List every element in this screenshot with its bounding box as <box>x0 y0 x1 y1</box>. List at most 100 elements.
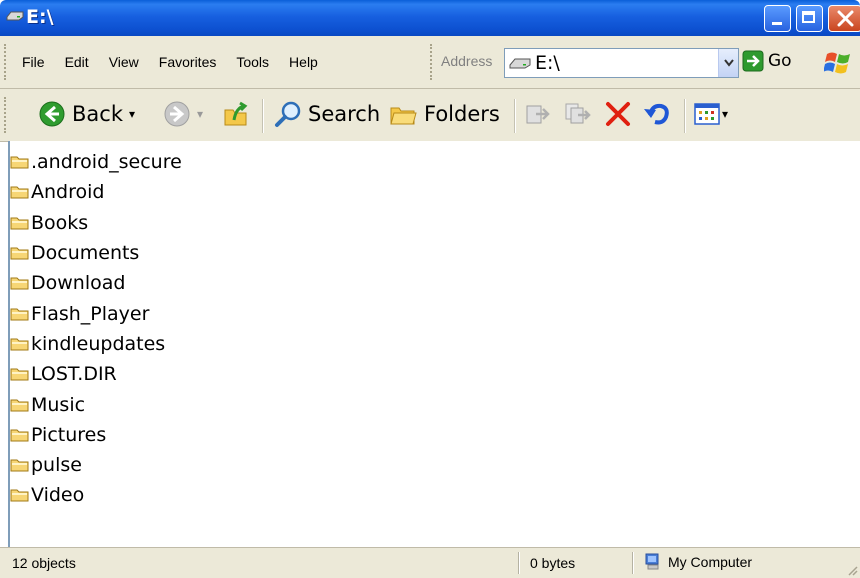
menu-view[interactable]: View <box>98 54 148 70</box>
menu-favorites[interactable]: Favorites <box>148 54 226 70</box>
chevron-down-icon[interactable]: ▾ <box>722 107 728 121</box>
close-button[interactable] <box>828 5 860 32</box>
folder-icon <box>10 156 29 169</box>
folder-icon <box>10 489 29 502</box>
folders-icon <box>390 107 417 125</box>
search-icon <box>275 101 301 127</box>
folder-item-lost-dir[interactable]: LOST.DIR <box>10 359 182 389</box>
folder-item-video[interactable]: Video <box>10 480 182 510</box>
copy-to-button[interactable] <box>564 101 592 127</box>
back-arrow-icon <box>39 101 65 127</box>
folder-item-flash-player[interactable]: Flash_Player <box>10 298 182 328</box>
delete-icon <box>606 102 630 126</box>
folder-item-android[interactable]: Android <box>10 177 182 207</box>
standard-toolbar: Back ▾ ▾ Search Folders ▾ <box>0 89 860 142</box>
windows-logo-icon <box>824 52 850 74</box>
toolbar-separator <box>262 99 263 133</box>
back-button[interactable]: Back ▾ <box>38 100 135 128</box>
folder-name: kindleupdates <box>31 332 166 355</box>
go-button[interactable]: Go <box>742 50 792 72</box>
folder-icon <box>10 368 29 381</box>
minimize-button[interactable] <box>764 5 791 32</box>
folder-name: Video <box>31 484 85 507</box>
delete-button[interactable] <box>604 101 632 127</box>
toolbar-separator <box>514 99 515 133</box>
toolbar-grip[interactable] <box>4 97 9 133</box>
folder-item-kindleupdates[interactable]: kindleupdates <box>10 329 182 359</box>
menu-bar: File Edit View Favorites Tools Help <box>18 36 327 88</box>
folder-name: Pictures <box>31 423 107 446</box>
address-dropdown-button[interactable] <box>718 49 738 77</box>
maximize-icon <box>802 11 815 23</box>
status-separator <box>632 552 633 574</box>
menu-tools[interactable]: Tools <box>225 54 278 70</box>
forward-button[interactable]: ▾ <box>163 100 203 128</box>
views-button[interactable]: ▾ <box>694 102 728 126</box>
file-list-pane[interactable]: .android_secure Android Books Documents … <box>8 141 860 547</box>
toolbar-separator <box>684 99 685 133</box>
chevron-down-icon[interactable]: ▾ <box>129 107 135 121</box>
go-arrow-icon <box>742 50 764 72</box>
close-icon <box>837 10 854 27</box>
up-folder-icon <box>224 101 248 126</box>
folder-name: Music <box>31 393 86 416</box>
menu-address-bar: File Edit View Favorites Tools Help Addr… <box>0 36 860 89</box>
folder-item-download[interactable]: Download <box>10 268 182 298</box>
address-grip[interactable] <box>430 44 435 80</box>
folders-button[interactable]: Folders <box>388 100 500 128</box>
folder-item-android-secure[interactable]: .android_secure <box>10 147 182 177</box>
search-button[interactable]: Search <box>274 100 380 128</box>
chevron-down-icon <box>724 59 734 67</box>
folder-icon <box>10 399 29 412</box>
folder-icon <box>10 217 29 230</box>
address-value: E:\ <box>535 52 560 74</box>
search-label: Search <box>308 102 381 126</box>
go-label: Go <box>768 51 792 71</box>
folder-item-pictures[interactable]: Pictures <box>10 420 182 450</box>
zone-indicator: My Computer <box>644 553 752 571</box>
folder-name: Flash_Player <box>31 302 150 325</box>
object-count: 12 objects <box>12 555 76 571</box>
views-icon <box>694 103 720 125</box>
address-label: Address <box>441 53 493 69</box>
up-button[interactable] <box>222 100 252 128</box>
maximize-button[interactable] <box>796 5 823 32</box>
folders-label: Folders <box>424 102 500 126</box>
folder-name: LOST.DIR <box>31 363 117 386</box>
folder-icon <box>10 277 29 290</box>
folder-icon <box>10 338 29 351</box>
folder-icon <box>10 308 29 321</box>
folder-item-books[interactable]: Books <box>10 208 182 238</box>
minimize-icon <box>772 22 782 25</box>
menu-help[interactable]: Help <box>278 54 327 70</box>
address-field[interactable]: E:\ <box>504 48 739 78</box>
resize-grip-icon[interactable] <box>846 564 858 576</box>
drive-icon <box>6 11 24 21</box>
folder-name: Books <box>31 211 89 234</box>
folder-icon <box>10 429 29 442</box>
folder-icon <box>10 186 29 199</box>
folder-item-documents[interactable]: Documents <box>10 238 182 268</box>
folder-item-pulse[interactable]: pulse <box>10 450 182 480</box>
folder-item-music[interactable]: Music <box>10 389 182 419</box>
window-title: E:\ <box>26 6 54 28</box>
menu-file[interactable]: File <box>18 54 54 70</box>
zone-label: My Computer <box>668 554 753 570</box>
status-bar: 12 objects 0 bytes My Computer <box>0 547 860 578</box>
folder-name: Download <box>31 272 126 295</box>
folder-name: Android <box>31 181 105 204</box>
folder-name: Documents <box>31 242 140 265</box>
folder-icon <box>10 459 29 472</box>
folder-name: .android_secure <box>31 151 182 174</box>
forward-arrow-icon <box>164 101 190 127</box>
toolbar-grip[interactable] <box>4 44 9 80</box>
undo-button[interactable] <box>642 101 672 127</box>
menu-edit[interactable]: Edit <box>54 54 98 70</box>
chevron-down-icon[interactable]: ▾ <box>197 107 203 121</box>
title-bar[interactable]: E:\ <box>0 0 860 36</box>
folder-icon <box>10 247 29 260</box>
back-label: Back <box>72 102 123 126</box>
move-to-icon <box>526 105 550 124</box>
move-to-button[interactable] <box>524 101 552 127</box>
folder-list: .android_secure Android Books Documents … <box>10 147 182 511</box>
